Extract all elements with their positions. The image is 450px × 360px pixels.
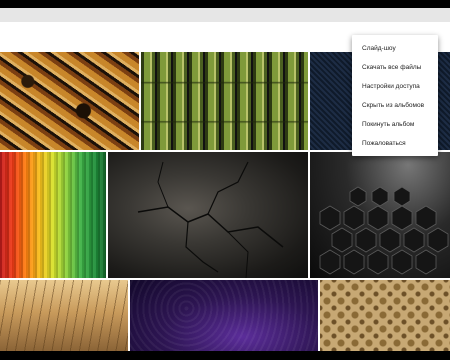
photo-feathers[interactable] — [0, 52, 139, 150]
overflow-menu: Слайд-шоу Скачать все файлы Настройки до… — [352, 35, 438, 156]
screen: Слайд-шоу Скачать все файлы Настройки до… — [0, 8, 450, 351]
photo-cracked-stone[interactable] — [108, 152, 308, 278]
navigation-bar — [0, 351, 450, 360]
menu-item-leave-album[interactable]: Покинуть альбом — [352, 115, 438, 134]
photo-bamboo[interactable] — [141, 52, 308, 150]
menu-item-report[interactable]: Пожаловаться — [352, 134, 438, 153]
menu-item-hide-from-albums[interactable]: Скрыть из альбомов — [352, 96, 438, 115]
crack-lines — [137, 161, 284, 278]
photo-rainbow-stripes[interactable] — [0, 152, 106, 278]
photo-purple-pattern[interactable] — [130, 280, 318, 351]
photo-dark-hexagons[interactable] — [310, 152, 450, 278]
menu-item-slideshow[interactable]: Слайд-шоу — [352, 39, 438, 58]
menu-item-download-all[interactable]: Скачать все файлы — [352, 58, 438, 77]
menu-item-sharing-settings[interactable]: Настройки доступа — [352, 77, 438, 96]
hexagon-pattern — [319, 186, 449, 275]
photo-wood-floor[interactable] — [0, 280, 128, 351]
status-bar — [0, 0, 450, 8]
photo-gold-damask[interactable] — [320, 280, 450, 351]
browser-toolbar — [0, 8, 450, 22]
